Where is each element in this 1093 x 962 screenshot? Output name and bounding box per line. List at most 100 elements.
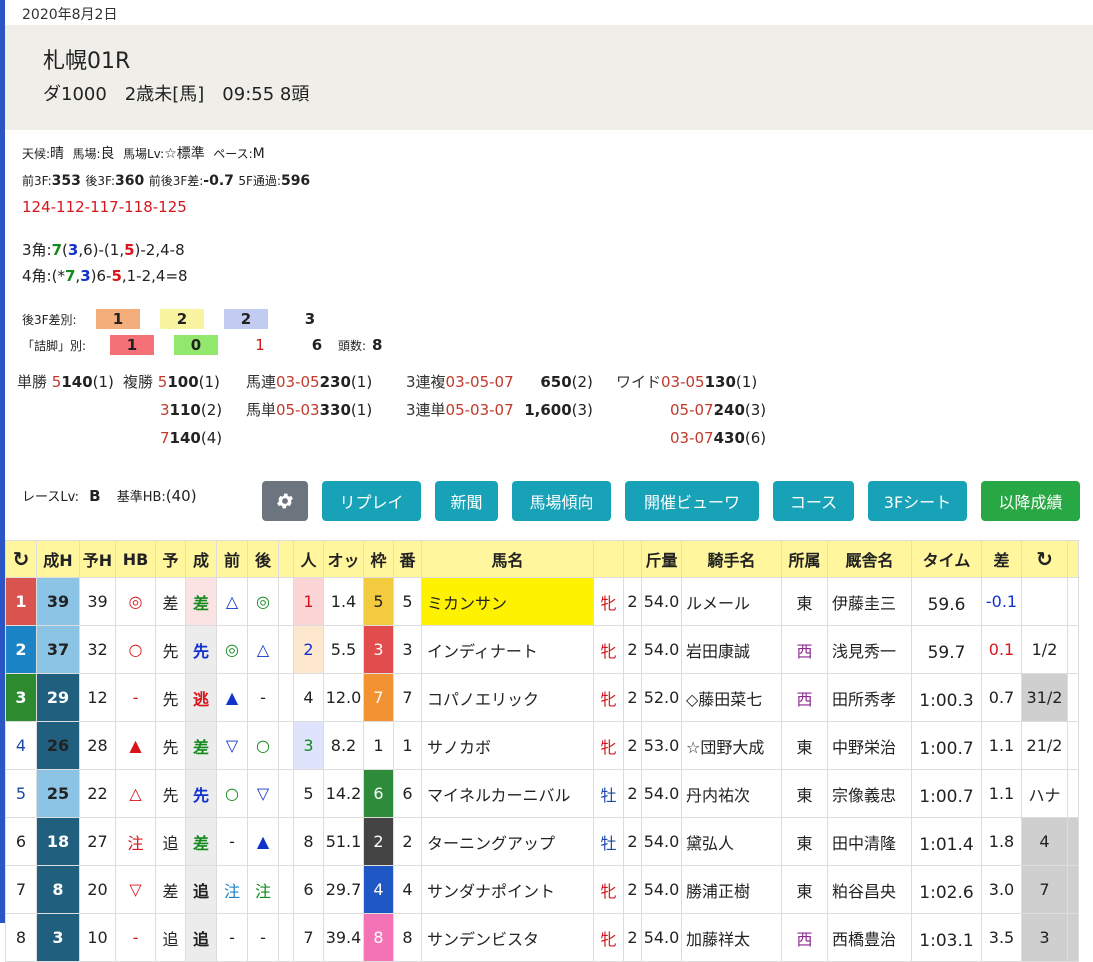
3f-sheet-button[interactable]: 3Fシート xyxy=(868,481,967,521)
col-header-umaban[interactable]: 番 xyxy=(393,540,422,578)
cell-trainer: 田中清隆 xyxy=(827,817,912,866)
cell-reload: 6 xyxy=(5,817,37,866)
col-header-mae[interactable]: 前 xyxy=(216,540,248,578)
cell-kinryo: 54.0 xyxy=(641,625,682,674)
cell-hb: - xyxy=(115,673,156,722)
cell-mae: ◎ xyxy=(216,625,248,674)
table-row[interactable]: 3 29 12- 先逃 ▲ -4 12.0 7 7 コパノエリック牝 2 52.0 ◇藤田菜七西田所秀孝… xyxy=(5,673,1079,722)
cell-horse-name[interactable]: ミカンサン xyxy=(421,577,594,626)
col-header-ninki[interactable]: 人 xyxy=(293,540,324,578)
table-row[interactable]: 4 26 28 ▲ 先差 ▽ ○ 3 8.2 1 1 サノカボ牝 2 53.0 ☆団野大成東中野栄治 1:00… xyxy=(5,721,1079,770)
cell-spacer xyxy=(278,673,294,722)
race-date: 2020年8月2日 xyxy=(22,7,118,23)
cell-chakusa: 31/2 xyxy=(1021,673,1068,722)
cell-time: 1:03.1 xyxy=(911,913,982,962)
track-trend-button[interactable]: 馬場傾向 xyxy=(512,481,611,521)
rank3f-badge-4: 3 xyxy=(304,310,316,328)
cell-horse-name[interactable]: サンダナポイント xyxy=(421,865,594,914)
cell-chakusa: ハナ xyxy=(1021,769,1068,818)
cell-seiseki: 逃 xyxy=(185,673,217,722)
cell-ato: ◎ xyxy=(247,577,279,626)
race-subtitle: ダ1000 2歳未[馬] 09:55 8頭 xyxy=(43,84,310,105)
cell-shozoku: 西 xyxy=(781,673,828,722)
cell-sex: 牝 xyxy=(593,913,624,962)
table-row[interactable]: 5 25 22 △ 先先 ○ ▽ 5 14.2 6 6 マイネルカーニバル牡 2 54.0 丹内祐次東宗像義… xyxy=(5,769,1079,818)
cell-trainer: 中野栄治 xyxy=(827,721,912,770)
col-header-odds[interactable]: オッ xyxy=(323,540,364,578)
table-row[interactable]: 1 39 39 ◎ 差差 △ ◎ 1 1.4 5 5 ミカンサン牝 2 54.0 ルメール東伊藤圭三 59.6… xyxy=(5,577,1079,626)
col-header-shozoku[interactable]: 所属 xyxy=(781,540,828,578)
tsume-badge-1: 1 xyxy=(110,335,154,355)
settings-button[interactable] xyxy=(262,481,308,521)
cell-age: 2 xyxy=(623,625,642,674)
col-header-seiseki-h[interactable]: 成H xyxy=(36,540,80,578)
cell-umaban: 1 xyxy=(393,721,422,770)
col-header-trainer[interactable]: 厩舎名 xyxy=(827,540,912,578)
cell-kinryo: 54.0 xyxy=(641,769,682,818)
later-results-button[interactable]: 以降成績 xyxy=(981,481,1080,521)
col-header-reload[interactable]: ↻ xyxy=(5,540,37,578)
col-header-chakusa[interactable]: ↻ xyxy=(1021,540,1068,578)
payout-uma: 馬連03-05230(1) 馬単05-03330(1) xyxy=(246,373,373,419)
cell-yoso-h: 27 xyxy=(79,817,116,866)
cell-mae: ▲ xyxy=(216,673,248,722)
replay-button[interactable]: リプレイ xyxy=(322,481,421,521)
cell-trainer: 粕谷昌央 xyxy=(827,865,912,914)
table-row[interactable]: 8 3 10- 追追 - -7 39.4 8 8 サンデンビスタ牝 2 54.0 加藤祥太西西橋豊治 1:… xyxy=(5,913,1079,962)
newspaper-button[interactable]: 新聞 xyxy=(435,481,498,521)
cell-horse-name[interactable]: ターニングアップ xyxy=(421,817,594,866)
col-header-kinryo[interactable]: 斤量 xyxy=(641,540,682,578)
cell-horse-name[interactable]: マイネルカーニバル xyxy=(421,769,594,818)
meeting-viewer-button[interactable]: 開催ビューワ xyxy=(625,481,759,521)
cell-hb: - xyxy=(115,913,156,962)
cell-horse-name[interactable]: サンデンビスタ xyxy=(421,913,594,962)
cell-spacer xyxy=(278,577,294,626)
cell-horse-name[interactable]: コパノエリック xyxy=(421,673,594,722)
cell-seiseki-h: 26 xyxy=(36,721,80,770)
cell-umaban: 4 xyxy=(393,865,422,914)
cell-time: 1:00.3 xyxy=(911,673,982,722)
course-button[interactable]: コース xyxy=(773,481,854,521)
cell-chakusa: 4 xyxy=(1021,817,1068,866)
table-row[interactable]: 2 37 32 ○ 先先 ◎ △ 2 5.5 3 3 インディナート牝 2 54.0 岩田康誠西浅見秀一 59… xyxy=(5,625,1079,674)
cell-time: 1:02.6 xyxy=(911,865,982,914)
table-row[interactable]: 6 18 27 注追差 - ▲ 8 51.1 2 2 ターニングアップ牡 2 54.0 黛弘人東田中清隆 1… xyxy=(5,817,1079,866)
col-header-time[interactable]: タイム xyxy=(911,540,982,578)
race-level-line: レースLv: B 基準HB:(40) xyxy=(22,487,197,505)
corner3-order: 3角:7(3,6)-(1,5)-2,4-8 xyxy=(22,241,185,259)
col-header-jockey[interactable]: 騎手名 xyxy=(681,540,782,578)
col-header-waku[interactable]: 枠 xyxy=(363,540,394,578)
payout-sanren: 3連複03-05-07 650(2) 3連単05-03-07 1,600(3) xyxy=(406,373,593,419)
cell-margin: 1.1 xyxy=(981,769,1022,818)
cell-edge xyxy=(1067,865,1079,914)
col-header-margin[interactable]: 差 xyxy=(981,540,1022,578)
col-header-yoso[interactable]: 予 xyxy=(155,540,186,578)
cell-waku: 2 xyxy=(363,817,394,866)
col-header-hb[interactable]: HB xyxy=(115,540,156,578)
cell-shozoku: 東 xyxy=(781,817,828,866)
cell-horse-name[interactable]: サノカボ xyxy=(421,721,594,770)
cell-ninki: 6 xyxy=(293,865,324,914)
cell-ninki: 3 xyxy=(293,721,324,770)
cell-yoso-h: 12 xyxy=(79,673,116,722)
cell-edge xyxy=(1067,817,1079,866)
cell-time: 1:00.7 xyxy=(911,769,982,818)
cell-edge xyxy=(1067,577,1079,626)
cell-age: 2 xyxy=(623,673,642,722)
cell-seiseki-h: 29 xyxy=(36,673,80,722)
cell-yoso-h: 39 xyxy=(79,577,116,626)
cell-hb: 注 xyxy=(115,817,156,866)
table-row[interactable]: 7 8 20 ▽ 差追注注 6 29.7 4 4 サンダナポイント牝 2 54.0 勝浦正樹東粕谷昌央 1… xyxy=(5,865,1079,914)
col-header-ato[interactable]: 後 xyxy=(247,540,279,578)
cell-seiseki: 追 xyxy=(185,913,217,962)
col-header-age xyxy=(623,540,642,578)
col-header-seiseki[interactable]: 成 xyxy=(185,540,217,578)
cell-ninki: 5 xyxy=(293,769,324,818)
cell-chakusa: 1/2 xyxy=(1021,625,1068,674)
col-header-horse-name[interactable]: 馬名 xyxy=(421,540,594,578)
col-header-yoso-h[interactable]: 予H xyxy=(79,540,116,578)
cell-reload: 8 xyxy=(5,913,37,962)
cell-horse-name[interactable]: インディナート xyxy=(421,625,594,674)
cell-trainer: 浅見秀一 xyxy=(827,625,912,674)
cell-odds: 14.2 xyxy=(323,769,364,818)
